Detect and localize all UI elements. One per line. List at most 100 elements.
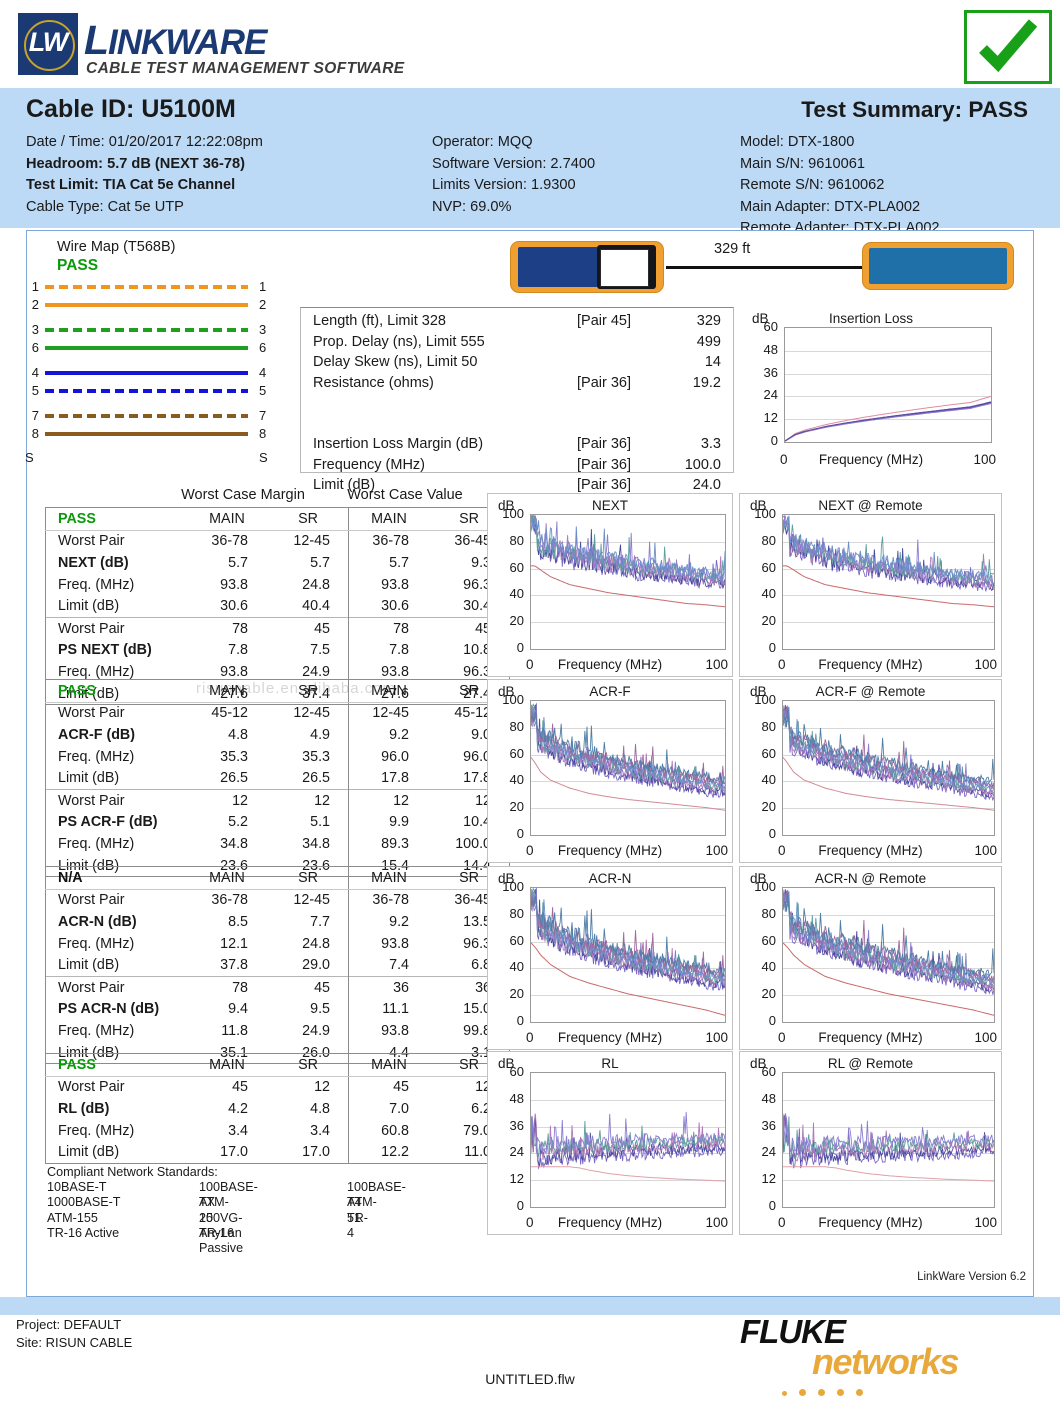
logo-band: LW LINKWARE CABLE TEST MANAGEMENT SOFTWA… bbox=[0, 0, 1060, 88]
value-main: 60.8 bbox=[349, 1120, 430, 1142]
results-table-acrf: PASSMAINSRMAINSRWorst Pair45-1212-4512-4… bbox=[45, 679, 475, 877]
table-row: Worst Pair36-7812-4536-7836-45 bbox=[46, 530, 510, 552]
measurement-row bbox=[301, 395, 733, 416]
measurement-value: 24.0 bbox=[671, 477, 721, 493]
value-main: 9.2 bbox=[349, 911, 430, 933]
chart-plot-area bbox=[530, 1072, 726, 1208]
table-row: Freq. (MHz)93.824.893.896.3 bbox=[46, 574, 510, 596]
wire-pin-left: 3 bbox=[25, 322, 39, 337]
wire-pin-right: 6 bbox=[259, 340, 273, 355]
info-column-test: Date / Time: 01/20/2017 12:22:08pm Headr… bbox=[26, 132, 263, 218]
table-row: Limit (dB)17.017.012.211.0 bbox=[46, 1141, 510, 1163]
table-row: RL (dB)4.24.87.06.2 bbox=[46, 1098, 510, 1120]
chart-y-tick: 60 bbox=[498, 746, 524, 761]
value-main: 7.8 bbox=[349, 640, 430, 662]
chart-title: RL @ Remote bbox=[740, 1056, 1001, 1071]
chart-title: NEXT @ Remote bbox=[740, 498, 1001, 513]
chart-traces bbox=[783, 515, 994, 649]
wire-line bbox=[45, 285, 248, 289]
row-label: RL (dB) bbox=[46, 1098, 187, 1120]
networks-wordmark: networks bbox=[812, 1341, 958, 1383]
project-site-info: Project: DEFAULT Site: RISUN CABLE bbox=[16, 1316, 132, 1352]
margin-main: 11.8 bbox=[186, 1020, 268, 1042]
col-main-value: MAIN bbox=[349, 508, 430, 531]
chart-y-tick: 40 bbox=[750, 772, 776, 787]
chart-y-tick: 20 bbox=[498, 986, 524, 1001]
chart-x-label: Frequency (MHz) bbox=[488, 657, 732, 672]
chart-y-tick: 48 bbox=[498, 1091, 524, 1106]
measurement-value: 19.2 bbox=[671, 375, 721, 391]
margin-main: 4.2 bbox=[186, 1098, 268, 1120]
chart-plot-area bbox=[530, 700, 726, 836]
value-main: 9.2 bbox=[349, 724, 430, 746]
chart-traces bbox=[783, 701, 994, 835]
chart-y-tick: 0 bbox=[498, 826, 524, 841]
table-header-row: PASSMAINSRMAINSR bbox=[46, 1054, 510, 1077]
chart-plot-area bbox=[530, 887, 726, 1023]
chart-y-tick: 80 bbox=[498, 533, 524, 548]
status-badge: PASS bbox=[46, 1054, 187, 1077]
margin-main: 37.8 bbox=[186, 954, 268, 976]
margin-sr: 12 bbox=[268, 1076, 349, 1098]
row-label: Freq. (MHz) bbox=[46, 1120, 187, 1142]
value-main: 93.8 bbox=[349, 574, 430, 596]
measurement-row: Prop. Delay (ns), Limit 555499 bbox=[301, 334, 733, 355]
main-serial: Main S/N: 9610061 bbox=[740, 154, 940, 176]
cable-id-label: Cable ID: bbox=[26, 95, 134, 123]
linkware-tagline: CABLE TEST MANAGEMENT SOFTWARE bbox=[86, 60, 405, 78]
chart-title: ACR-F bbox=[488, 684, 732, 699]
chart-y-tick: 80 bbox=[750, 719, 776, 734]
table-row: Freq. (MHz)34.834.889.3100.0 bbox=[46, 833, 510, 855]
chart-y-tick: 100 bbox=[498, 879, 524, 894]
value-main: 93.8 bbox=[349, 933, 430, 955]
table-header-row: PASSMAINSRMAINSR bbox=[46, 680, 510, 703]
chart-plot-area bbox=[784, 327, 992, 443]
wire-pin-right: 2 bbox=[259, 297, 273, 312]
col-sr-margin: SR bbox=[268, 867, 349, 890]
chart-y-tick: 0 bbox=[750, 1013, 776, 1028]
chart-title: RL bbox=[488, 1056, 732, 1071]
chart-x-tick-max: 100 bbox=[974, 1030, 997, 1045]
margin-main: 34.8 bbox=[186, 833, 268, 855]
wire-pin-right: 5 bbox=[259, 383, 273, 398]
chart-traces bbox=[531, 515, 725, 649]
margin-main: 93.8 bbox=[186, 574, 268, 596]
chart-x-tick-min: 0 bbox=[526, 1215, 534, 1230]
value-main: 7.4 bbox=[349, 954, 430, 976]
col-sr-margin: SR bbox=[268, 680, 349, 703]
chart-y-tick: 36 bbox=[752, 365, 778, 380]
standard-name: TR-16 Passive bbox=[199, 1226, 243, 1256]
chart-plot-area bbox=[782, 700, 995, 836]
cable-type: Cable Type: Cat 5e UTP bbox=[26, 197, 263, 219]
chart-x-tick-max: 100 bbox=[974, 1215, 997, 1230]
chart-plot-area bbox=[782, 887, 995, 1023]
wire-map-rows: 1122336644557788SS bbox=[15, 277, 275, 470]
table-row: PS ACR-F (dB)5.25.19.910.4 bbox=[46, 812, 510, 834]
measurement-pair: [Pair 45] bbox=[577, 313, 631, 329]
chart-x-tick-min: 0 bbox=[526, 1030, 534, 1045]
table-group-headers: Worst Case MarginWorst Case Value bbox=[45, 487, 475, 507]
chart-y-tick: 60 bbox=[498, 1064, 524, 1079]
table-row: ACR-N (dB)8.57.79.213.5 bbox=[46, 911, 510, 933]
wire-map-pair-row: 66 bbox=[15, 338, 275, 356]
standards-row: 10BASE-T100BASE-TX100BASE-T4 bbox=[47, 1180, 218, 1195]
row-label: ACR-F (dB) bbox=[46, 724, 187, 746]
table-row: Freq. (MHz)12.124.893.896.3 bbox=[46, 933, 510, 955]
wire-pin-left: 8 bbox=[25, 426, 39, 441]
wire-pin-left: 4 bbox=[25, 365, 39, 380]
standard-name: ATM-155 bbox=[47, 1211, 98, 1226]
margin-main: 5.7 bbox=[186, 552, 268, 574]
table-row: Worst Pair36-7812-4536-7836-45 bbox=[46, 889, 510, 911]
margin-sr: 12-45 bbox=[268, 530, 349, 552]
logo-initials: LW bbox=[18, 27, 78, 58]
measurement-value: 329 bbox=[671, 313, 721, 329]
measurement-pair: [Pair 36] bbox=[577, 375, 631, 391]
measurement-row: Length (ft), Limit 328[Pair 45]329 bbox=[301, 313, 733, 334]
chart-x-tick-min: 0 bbox=[780, 452, 788, 467]
chart-acrn-remote: dBACR-N @ Remote020406080100Frequency (M… bbox=[739, 866, 1002, 1050]
value-main: 12 bbox=[349, 789, 430, 811]
remote-tester-icon bbox=[862, 242, 1014, 290]
chart-y-tick: 20 bbox=[750, 986, 776, 1001]
margin-sr: 4.8 bbox=[268, 1098, 349, 1120]
chart-y-tick: 0 bbox=[750, 640, 776, 655]
